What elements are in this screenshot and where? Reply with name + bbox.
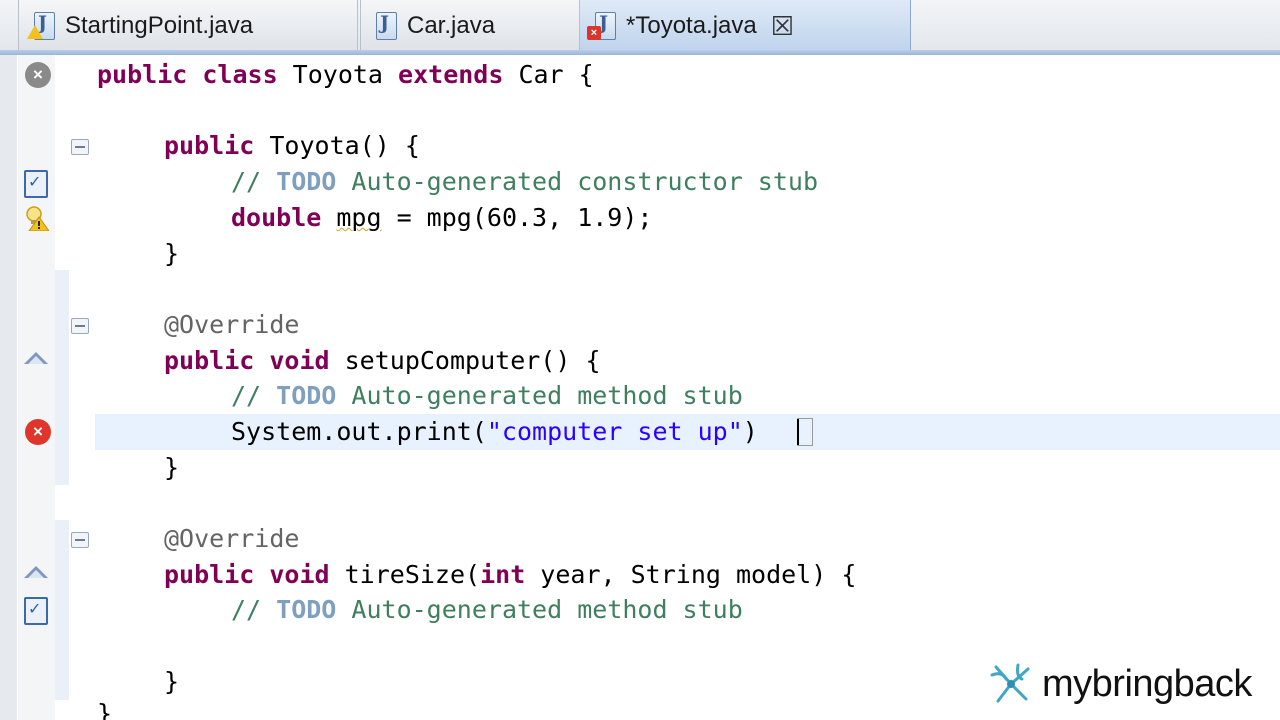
error-marker-icon[interactable]: × xyxy=(25,62,51,88)
fold-collapse-icon[interactable] xyxy=(71,318,89,334)
tab-car-java[interactable]: J Car.java xyxy=(360,0,580,52)
fold-collapse-icon[interactable] xyxy=(71,139,89,155)
code-line-10[interactable]: public void setupComputer() { xyxy=(164,343,601,379)
java-file-error-icon: J × xyxy=(587,11,618,41)
code-line-7[interactable]: } xyxy=(164,236,179,272)
code-line-16[interactable]: public void tireSize(int year, String mo… xyxy=(164,557,856,593)
code-line-1[interactable]: public class Toyota extends Car { xyxy=(97,57,594,93)
fold-collapse-icon[interactable] xyxy=(71,532,89,548)
mybringback-logo-icon xyxy=(990,663,1030,703)
code-line-4[interactable]: public Toyota() { xyxy=(164,128,420,164)
code-line-20[interactable]: } xyxy=(97,696,112,720)
left-panel-edge xyxy=(0,55,17,720)
brand-watermark: mybringback xyxy=(988,660,1252,708)
tab-label: Car.java xyxy=(407,12,496,39)
fold-range-highlight xyxy=(55,270,69,485)
code-line-12[interactable]: System.out.print("computer set up") xyxy=(231,414,758,450)
task-marker-icon[interactable] xyxy=(24,170,48,198)
close-tab-icon[interactable]: ☒ xyxy=(771,13,794,39)
code-line-11[interactable]: // TODO Auto-generated method stub xyxy=(231,378,743,414)
quickfix-warning-icon[interactable] xyxy=(25,205,50,232)
fold-range-highlight xyxy=(55,520,69,700)
tab-startingpoint-java[interactable]: J StartingPoint.java xyxy=(18,0,358,52)
code-line-17[interactable]: // TODO Auto-generated method stub xyxy=(231,592,743,628)
code-line-6[interactable]: double mpg = mpg(60.3, 1.9); xyxy=(231,200,652,236)
brand-name: mybringback xyxy=(1042,662,1252,705)
code-line-5[interactable]: // TODO Auto-generated constructor stub xyxy=(231,164,818,200)
override-marker-icon[interactable] xyxy=(24,352,50,366)
tab-label: StartingPoint.java xyxy=(65,12,254,39)
editor-tab-bar: J StartingPoint.java J Car.java J × *Toyo… xyxy=(0,0,1280,52)
tab-label: *Toyota.java xyxy=(626,12,757,39)
java-file-warning-icon: J xyxy=(27,11,57,41)
tab-bar-divider xyxy=(0,50,1280,55)
error-marker-icon[interactable]: × xyxy=(25,419,51,445)
override-marker-icon[interactable] xyxy=(24,566,50,580)
java-file-icon: J xyxy=(373,11,399,41)
task-marker-icon[interactable] xyxy=(24,597,48,625)
code-line-15[interactable]: @Override xyxy=(164,521,299,557)
text-caret xyxy=(797,419,799,445)
tab-toyota-java[interactable]: J × *Toyota.java ☒ xyxy=(580,0,911,52)
code-line-9[interactable]: @Override xyxy=(164,307,299,343)
bracket-match-box xyxy=(797,418,813,446)
code-line-13[interactable]: } xyxy=(164,450,179,486)
code-line-19[interactable]: } xyxy=(164,664,179,700)
